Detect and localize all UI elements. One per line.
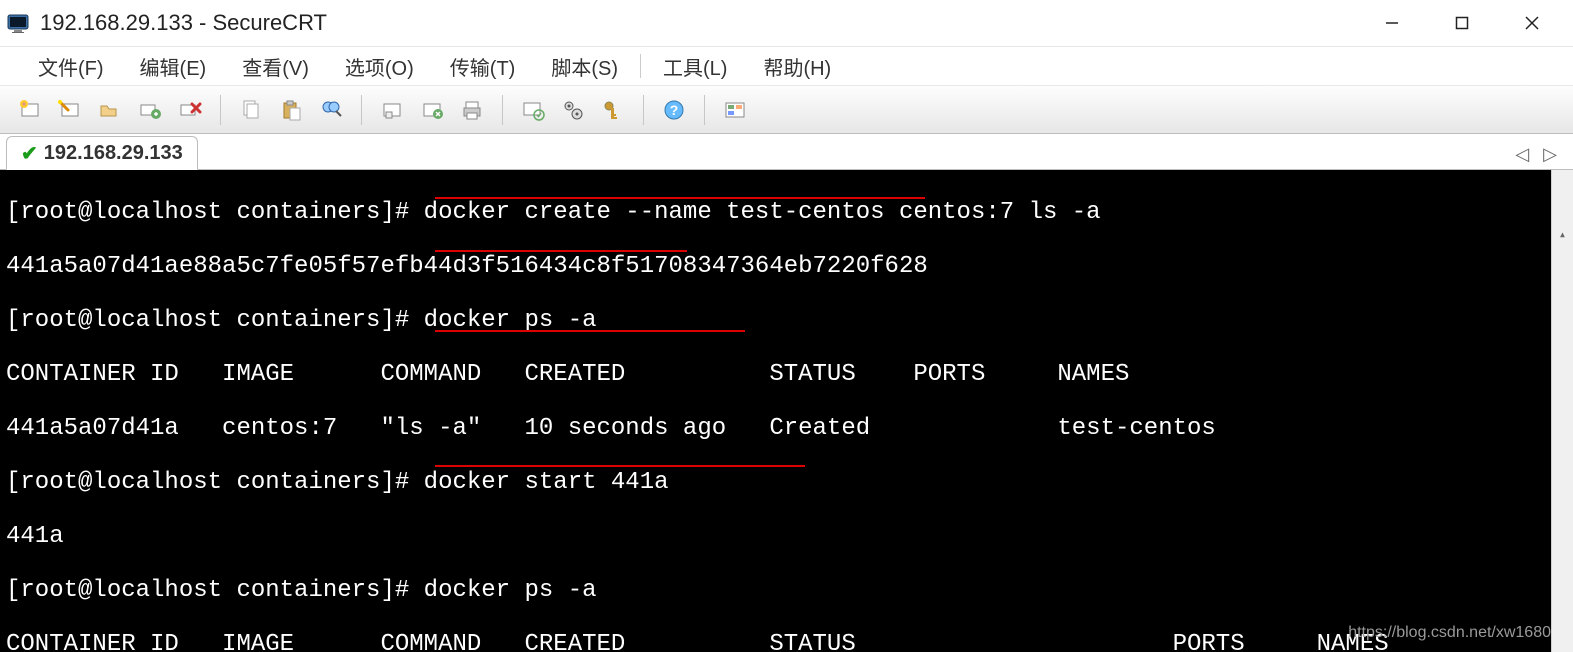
properties-icon[interactable] bbox=[517, 94, 549, 126]
terminal-line: 441a5a07d41ae88a5c7fe05f57efb44d3f516434… bbox=[6, 253, 1567, 280]
help-icon[interactable]: ? bbox=[658, 94, 690, 126]
menu-tools[interactable]: 工具(L) bbox=[645, 52, 745, 81]
global-options-icon[interactable] bbox=[557, 94, 589, 126]
session-manager-icon[interactable] bbox=[94, 94, 126, 126]
close-button[interactable] bbox=[1497, 3, 1567, 43]
terminal-line: [root@localhost containers]# docker crea… bbox=[6, 199, 1567, 226]
terminal-line: 441a5a07d41a centos:7 "ls -a" 10 seconds… bbox=[6, 415, 1567, 442]
menubar: 文件(F) 编辑(E) 查看(V) 选项(O) 传输(T) 脚本(S) 工具(L… bbox=[0, 46, 1573, 86]
tab-nav-left[interactable]: ◁ bbox=[1515, 144, 1529, 165]
minimize-button[interactable] bbox=[1357, 3, 1427, 43]
toolbar-separator bbox=[220, 95, 221, 125]
svg-text:?: ? bbox=[670, 102, 679, 118]
toolbar-separator bbox=[502, 95, 503, 125]
menu-script[interactable]: 脚本(S) bbox=[533, 52, 636, 81]
copy-icon[interactable] bbox=[235, 94, 267, 126]
window-title: 192.168.29.133 - SecureCRT bbox=[40, 10, 327, 36]
terminal-line: 441a bbox=[6, 523, 1567, 550]
terminal[interactable]: [root@localhost containers]# docker crea… bbox=[0, 170, 1573, 652]
tab-strip: ✔ 192.168.29.133 ◁ ▷ bbox=[0, 134, 1573, 170]
find-icon[interactable] bbox=[315, 94, 347, 126]
view-toggle-icon[interactable] bbox=[719, 94, 751, 126]
toolbar-separator bbox=[643, 95, 644, 125]
key-icon[interactable] bbox=[597, 94, 629, 126]
toolbar: ? bbox=[0, 86, 1573, 134]
print-icon[interactable] bbox=[456, 94, 488, 126]
terminal-line: [root@localhost containers]# docker ps -… bbox=[6, 307, 1567, 334]
titlebar: 192.168.29.133 - SecureCRT bbox=[0, 0, 1573, 46]
check-icon: ✔ bbox=[21, 141, 38, 166]
terminal-line: [root@localhost containers]# docker star… bbox=[6, 469, 1567, 496]
menu-view[interactable]: 查看(V) bbox=[224, 52, 327, 81]
quick-connect-icon[interactable] bbox=[54, 94, 86, 126]
menu-separator bbox=[640, 54, 641, 78]
tab-nav-right[interactable]: ▷ bbox=[1543, 144, 1557, 165]
menu-file[interactable]: 文件(F) bbox=[20, 52, 122, 81]
app-icon bbox=[6, 11, 30, 35]
annotation-underline bbox=[435, 465, 805, 467]
disconnect-icon[interactable] bbox=[174, 94, 206, 126]
toolbar-separator bbox=[361, 95, 362, 125]
print-setup-icon[interactable] bbox=[376, 94, 408, 126]
session-tab[interactable]: ✔ 192.168.29.133 bbox=[6, 136, 198, 170]
print-preview-icon[interactable] bbox=[416, 94, 448, 126]
menu-help[interactable]: 帮助(H) bbox=[745, 52, 849, 81]
paste-icon[interactable] bbox=[275, 94, 307, 126]
terminal-scrollbar[interactable]: ▴ bbox=[1551, 170, 1573, 652]
menu-edit[interactable]: 编辑(E) bbox=[122, 52, 225, 81]
maximize-button[interactable] bbox=[1427, 3, 1497, 43]
terminal-line: CONTAINER ID IMAGE COMMAND CREATED STATU… bbox=[6, 361, 1567, 388]
menu-options[interactable]: 选项(O) bbox=[327, 52, 432, 81]
tab-nav: ◁ ▷ bbox=[1515, 144, 1567, 169]
window-controls bbox=[1357, 3, 1567, 43]
toolbar-separator bbox=[704, 95, 705, 125]
new-session-icon[interactable] bbox=[14, 94, 46, 126]
scroll-up-icon[interactable]: ▴ bbox=[1552, 224, 1573, 246]
menu-transfer[interactable]: 传输(T) bbox=[432, 52, 534, 81]
reconnect-icon[interactable] bbox=[134, 94, 166, 126]
terminal-line: [root@localhost containers]# docker ps -… bbox=[6, 577, 1567, 604]
annotation-underline bbox=[435, 250, 687, 252]
session-tab-label: 192.168.29.133 bbox=[44, 142, 183, 165]
terminal-line: CONTAINER ID IMAGE COMMAND CREATED STATU… bbox=[6, 631, 1567, 652]
